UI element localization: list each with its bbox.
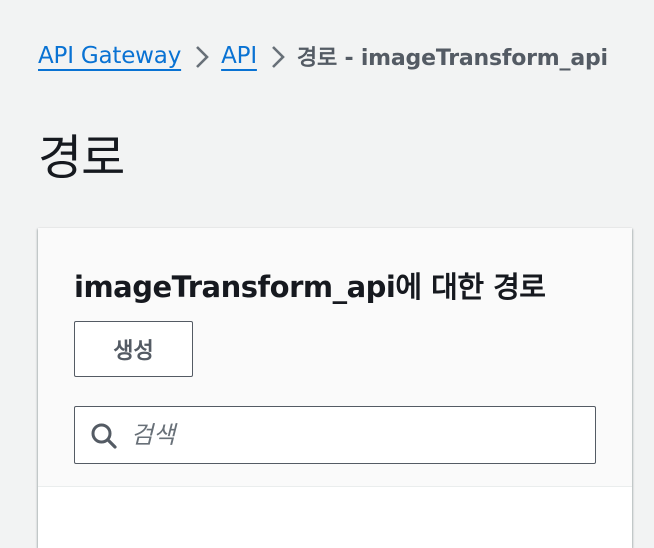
search-box[interactable] bbox=[74, 406, 596, 464]
page-title: 경로 bbox=[38, 130, 125, 186]
breadcrumb: API Gateway API 경로 - imageTransform_api bbox=[38, 38, 608, 74]
search-input[interactable] bbox=[131, 409, 581, 461]
chevron-right-icon bbox=[257, 41, 297, 71]
chevron-right-icon bbox=[181, 41, 221, 71]
create-button[interactable]: 생성 bbox=[74, 321, 193, 377]
breadcrumb-link-api[interactable]: API bbox=[221, 43, 257, 69]
breadcrumb-current: 경로 - imageTransform_api bbox=[296, 46, 608, 71]
panel-header: imageTransform_api에 대한 경로 생성 bbox=[38, 228, 632, 487]
panel-title: imageTransform_api에 대한 경로 bbox=[74, 270, 546, 304]
routes-panel: imageTransform_api에 대한 경로 생성 bbox=[38, 228, 632, 548]
search-icon bbox=[89, 421, 119, 451]
breadcrumb-link-api-gateway[interactable]: API Gateway bbox=[38, 43, 181, 69]
